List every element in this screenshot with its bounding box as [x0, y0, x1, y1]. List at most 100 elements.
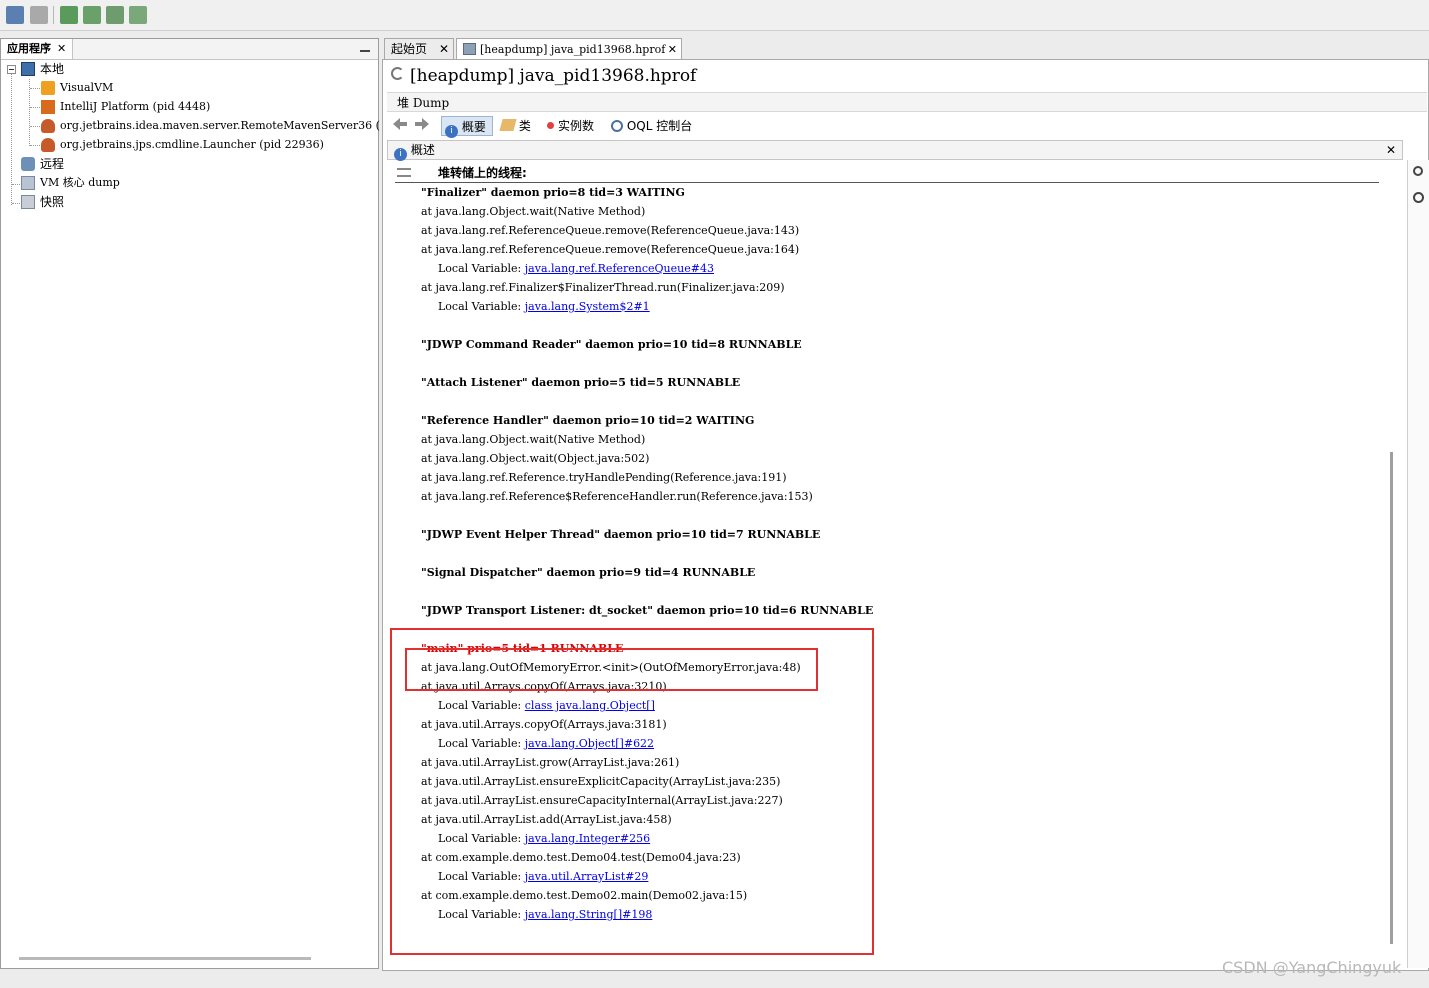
oql-icon — [611, 120, 623, 132]
tree-node-intellij[interactable]: IntelliJ Platform (pid 4448) — [41, 98, 210, 116]
watermark-text: CSDN @YangChingyuk — [1222, 958, 1402, 977]
expand-local-toggle[interactable] — [7, 65, 16, 74]
arrow-right-icon — [415, 118, 429, 130]
thread-header: "Signal Dispatcher" daemon prio=9 tid=4 … — [421, 566, 756, 579]
tree-node-snapshot[interactable]: 快照 — [21, 193, 64, 211]
snapshot-icon — [21, 195, 35, 209]
tree-node-local-label: 本地 — [40, 62, 65, 76]
tab-summary-label: 概要 — [461, 120, 486, 134]
stack-frame: at java.lang.ref.ReferenceQueue.remove(R… — [421, 224, 800, 237]
close-icon[interactable]: ✕ — [57, 42, 66, 55]
dump-bar: 堆 Dump — [387, 92, 1427, 112]
tab-heapdump-label: [heapdump] java_pid13968.hprof — [480, 43, 666, 56]
stack-frame: at java.lang.ref.ReferenceQueue.remove(R… — [421, 243, 800, 256]
tree-node-vm-core-label: VM 核心 dump — [40, 176, 120, 189]
tab-applications[interactable]: 应用程序 ✕ — [1, 39, 74, 59]
find-icon[interactable] — [1413, 192, 1424, 203]
heap-dump-icon[interactable] — [83, 6, 101, 24]
tab-instances[interactable]: 实例数 — [547, 116, 594, 136]
tree-node-vm-core[interactable]: VM 核心 dump — [21, 174, 120, 192]
close-icon[interactable]: ✕ — [439, 39, 449, 60]
tree-node-label: org.jetbrains.jps.cmdline.Launcher (pid … — [60, 138, 324, 151]
tree-node-label: VisualVM — [60, 81, 114, 94]
local-variable: Local Variable: java.lang.ref.ReferenceQ… — [438, 260, 714, 278]
tab-classes-label: 类 — [518, 119, 531, 133]
close-icon[interactable]: ✕ — [1386, 141, 1396, 159]
arrow-left-icon — [393, 118, 407, 130]
intellij-icon — [41, 100, 55, 114]
tree-node-snapshot-label: 快照 — [40, 195, 65, 209]
section-divider — [395, 182, 1379, 183]
tree-node-remote-label: 远程 — [40, 157, 65, 171]
object-link[interactable]: java.lang.System$2#1 — [525, 300, 650, 313]
snapshot-icon[interactable] — [129, 6, 147, 24]
thread-header: "JDWP Command Reader" daemon prio=10 tid… — [421, 338, 802, 351]
java-icon — [41, 138, 55, 152]
heap-title-text: [heapdump] java_pid13968.hprof — [410, 66, 697, 86]
save-icon[interactable] — [30, 6, 48, 24]
tree-connector — [12, 203, 20, 204]
tree-node-visualvm[interactable]: VisualVM — [41, 79, 113, 97]
tab-start-page-label: 起始页 — [391, 42, 428, 56]
stack-frame: at java.lang.Object.wait(Object.java:502… — [421, 452, 650, 465]
local-variable-label: Local Variable: — [438, 300, 525, 313]
tab-heapdump[interactable]: [heapdump] java_pid13968.hprof ✕ — [456, 38, 682, 59]
tree-connector — [11, 73, 12, 205]
threads-section-title: 堆转储上的线程: — [438, 166, 527, 180]
computer-icon — [21, 62, 35, 76]
tree-node-local[interactable]: 本地 — [21, 60, 64, 78]
tree-node-remote[interactable]: 远程 — [21, 155, 64, 173]
tree-node-maven-server[interactable]: org.jetbrains.idea.maven.server.RemoteMa… — [41, 117, 380, 135]
horizontal-scrollbar[interactable] — [19, 957, 311, 960]
info-icon: i — [445, 125, 458, 138]
tree-connector — [29, 79, 30, 146]
tree-node-label: org.jetbrains.idea.maven.server.RemoteMa… — [60, 119, 380, 132]
thread-header: "Finalizer" daemon prio=8 tid=3 WAITING — [421, 186, 685, 199]
dump-label: 堆 Dump — [397, 96, 450, 110]
object-link[interactable]: java.lang.ref.ReferenceQueue#43 — [525, 262, 714, 275]
local-variable-label: Local Variable: — [438, 262, 525, 275]
thread-dump-icon[interactable] — [106, 6, 124, 24]
stack-frame: at java.lang.ref.Reference$ReferenceHand… — [421, 490, 813, 503]
view-toolbar: i 概要 类 实例数 OQL 控制台 — [387, 114, 1427, 138]
thread-header: "Attach Listener" daemon prio=5 tid=5 RU… — [421, 376, 741, 389]
remote-host-icon — [21, 157, 35, 171]
java-icon — [41, 119, 55, 133]
close-icon[interactable]: ✕ — [668, 39, 677, 60]
minimize-icon[interactable] — [360, 42, 370, 52]
open-file-icon[interactable] — [6, 6, 24, 24]
tab-oql-console[interactable]: OQL 控制台 — [611, 116, 692, 136]
instances-icon — [547, 122, 554, 129]
page-title: [heapdump] java_pid13968.hprof — [391, 66, 696, 86]
overview-header: i 概述 ✕ — [387, 140, 1403, 161]
thread-header: "JDWP Transport Listener: dt_socket" dae… — [421, 604, 874, 617]
visualvm-icon — [41, 81, 55, 95]
tree-connector — [30, 145, 40, 146]
back-button[interactable] — [391, 116, 409, 136]
tree-connector — [12, 184, 20, 185]
tab-instances-label: 实例数 — [558, 119, 595, 133]
tree-node-jps-launcher[interactable]: org.jetbrains.jps.cmdline.Launcher (pid … — [41, 136, 324, 154]
vertical-scrollbar[interactable] — [1390, 452, 1393, 944]
main-toolbar — [0, 0, 1429, 31]
stack-frame: at java.lang.ref.Finalizer$FinalizerThre… — [421, 281, 785, 294]
forward-button[interactable] — [413, 116, 431, 136]
local-variable: Local Variable: java.lang.System$2#1 — [438, 298, 650, 316]
core-dump-icon — [21, 176, 35, 190]
stack-frame: at java.lang.ref.Reference.tryHandlePend… — [421, 471, 787, 484]
tab-start-page[interactable]: 起始页 ✕ — [384, 38, 454, 59]
loading-spinner-icon — [391, 67, 404, 80]
stack-frame: at java.lang.Object.wait(Native Method) — [421, 433, 646, 446]
toolbar-separator — [53, 6, 54, 24]
search-icon[interactable] — [1413, 166, 1423, 176]
overview-title: 概述 — [410, 143, 435, 157]
tab-oql-label: OQL 控制台 — [626, 119, 693, 133]
tab-applications-label: 应用程序 — [7, 42, 51, 55]
applications-panel: 应用程序 ✕ 本地 VisualVM IntelliJ Platform (pid… — [0, 38, 380, 969]
tab-summary[interactable]: i 概要 — [441, 116, 493, 138]
thread-header: "JDWP Event Helper Thread" daemon prio=1… — [421, 528, 821, 541]
add-jmx-icon[interactable] — [60, 6, 78, 24]
tab-classes[interactable]: 类 — [499, 116, 531, 136]
collapse-section-icon[interactable] — [397, 168, 411, 177]
stack-frame: at java.lang.Object.wait(Native Method) — [421, 205, 646, 218]
